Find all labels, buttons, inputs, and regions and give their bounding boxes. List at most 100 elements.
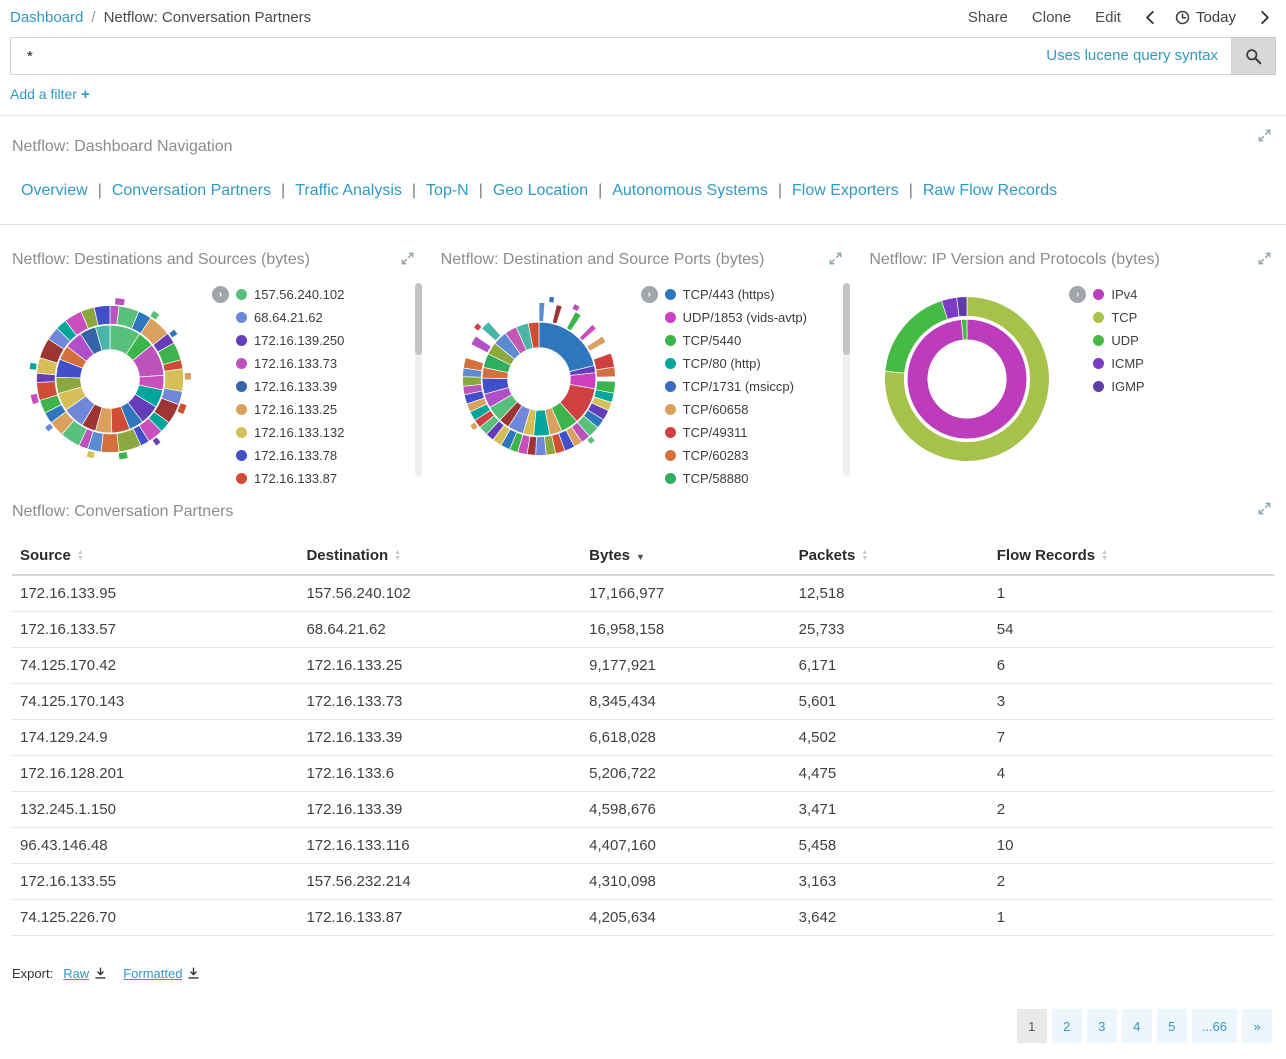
legend-item[interactable]: TCP/443 (https) (665, 283, 807, 306)
lucene-syntax-link[interactable]: Uses lucene query syntax (1046, 47, 1218, 64)
nav-link-geo-location[interactable]: Geo Location (493, 182, 588, 199)
time-picker-label: Today (1196, 9, 1236, 26)
legend-item[interactable]: UDP (1093, 329, 1144, 352)
cell-destination: 172.16.133.116 (298, 828, 581, 864)
chart-segment[interactable] (481, 322, 500, 341)
page-button-5[interactable]: 5 (1157, 1009, 1187, 1043)
chart-segment[interactable] (473, 323, 481, 331)
page-button-66[interactable]: ...66 (1192, 1009, 1237, 1043)
legend-item[interactable]: 172.16.133.39 (236, 375, 344, 398)
legend-label: 172.16.133.25 (254, 402, 337, 417)
chart-segment[interactable] (539, 303, 545, 322)
legend-item[interactable]: TCP/80 (http) (665, 352, 807, 375)
chart-panel-destinations-sources: Netflow: Destinations and Sources (bytes… (0, 239, 429, 489)
chart-segment[interactable] (86, 450, 95, 458)
legend-item[interactable]: IGMP (1093, 375, 1144, 398)
legend-item[interactable]: UDP/1853 (vids-avtp) (665, 306, 807, 329)
legend-collapse-icon[interactable]: › (1069, 286, 1086, 303)
nav-link-traffic-analysis[interactable]: Traffic Analysis (295, 182, 402, 199)
expand-panel-icon[interactable] (1257, 128, 1272, 143)
chart-segment[interactable] (184, 372, 191, 380)
chart-segment[interactable] (463, 358, 483, 371)
legend-item[interactable]: ICMP (1093, 352, 1144, 375)
legend-item[interactable]: TCP/5440 (665, 329, 807, 352)
nav-link-overview[interactable]: Overview (21, 182, 88, 199)
legend-collapse-icon[interactable]: › (641, 286, 658, 303)
expand-panel-icon[interactable] (400, 251, 415, 266)
column-header-bytes[interactable]: Bytes▼ (581, 537, 790, 575)
time-picker[interactable]: Today (1175, 9, 1236, 26)
page-button-4[interactable]: 4 (1122, 1009, 1152, 1043)
plus-icon[interactable]: + (81, 86, 90, 103)
cell-source: 74.125.170.42 (12, 648, 298, 684)
time-next-button[interactable] (1260, 10, 1270, 25)
legend-item[interactable]: 172.16.133.132 (236, 421, 344, 444)
chart-segment[interactable] (586, 336, 605, 351)
chart-legend: IPv4TCPUDPICMPIGMP (1093, 283, 1144, 477)
legend-item[interactable]: TCP (1093, 306, 1144, 329)
chart-segment[interactable] (539, 322, 594, 371)
legend-item[interactable]: TCP/60658 (665, 398, 807, 421)
legend-item[interactable]: 157.56.240.102 (236, 283, 344, 306)
chart-segment[interactable] (29, 362, 37, 370)
chart-segment[interactable] (566, 312, 581, 331)
legend-item[interactable]: 172.16.139.250 (236, 329, 344, 352)
legend-item[interactable]: 68.64.21.62 (236, 306, 344, 329)
chart-segment[interactable] (462, 377, 481, 387)
cell-packets: 3,642 (791, 900, 989, 936)
nav-link-flow-exporters[interactable]: Flow Exporters (792, 182, 899, 199)
chart-segment[interactable] (579, 324, 596, 340)
legend-item[interactable]: TCP/1731 (msiccp) (665, 375, 807, 398)
breadcrumb-separator: / (91, 9, 95, 26)
export-raw-link[interactable]: Raw (63, 966, 107, 981)
nav-link-conversation-partners[interactable]: Conversation Partners (112, 182, 271, 199)
expand-panel-icon[interactable] (1257, 501, 1272, 516)
legend-item[interactable]: 172.16.133.78 (236, 444, 344, 467)
chart-segment[interactable] (118, 452, 128, 460)
legend-item[interactable]: 172.16.133.73 (236, 352, 344, 375)
page-button-2[interactable]: 2 (1052, 1009, 1082, 1043)
chart-segment[interactable] (164, 369, 183, 392)
chart-segment[interactable] (548, 296, 554, 303)
search-button[interactable] (1232, 37, 1276, 75)
next-page-button[interactable]: » (1242, 1009, 1272, 1043)
expand-panel-icon[interactable] (1257, 251, 1272, 266)
nav-link-top-n[interactable]: Top-N (426, 182, 469, 199)
chart-segment[interactable] (552, 305, 562, 324)
menu-clone[interactable]: Clone (1032, 9, 1071, 26)
chart-segment[interactable] (471, 336, 491, 353)
add-filter-link[interactable]: Add a filter (10, 86, 77, 102)
breadcrumb-dashboard-link[interactable]: Dashboard (10, 9, 83, 26)
legend-collapse-icon[interactable]: › (212, 286, 229, 303)
menu-share[interactable]: Share (968, 9, 1008, 26)
legend-item[interactable]: TCP/58880 (665, 467, 807, 489)
column-header-packets[interactable]: Packets▲▼ (791, 537, 989, 575)
menu-edit[interactable]: Edit (1095, 9, 1121, 26)
export-link-label: Formatted (123, 966, 182, 981)
page-button-1[interactable]: 1 (1017, 1009, 1047, 1043)
time-prev-button[interactable] (1145, 10, 1155, 25)
legend-label: TCP/49311 (683, 425, 748, 440)
chart-segment[interactable] (115, 298, 126, 306)
chart-segment[interactable] (101, 433, 119, 452)
scrollbar-thumb[interactable] (415, 283, 422, 355)
legend-item[interactable]: 172.16.133.25 (236, 398, 344, 421)
nav-link-autonomous-systems[interactable]: Autonomous Systems (612, 182, 768, 199)
legend-color-dot (1093, 358, 1104, 369)
cell-source: 172.16.133.55 (12, 864, 298, 900)
export-formatted-link[interactable]: Formatted (123, 966, 200, 981)
column-header-destination[interactable]: Destination▲▼ (298, 537, 581, 575)
scrollbar-thumb[interactable] (843, 283, 850, 355)
legend-scrollbar (843, 283, 850, 477)
chart-segment[interactable] (535, 437, 546, 456)
legend-item[interactable]: TCP/60283 (665, 444, 807, 467)
expand-panel-icon[interactable] (828, 251, 843, 266)
column-header-source[interactable]: Source▲▼ (12, 537, 298, 575)
nav-link-raw-flow-records[interactable]: Raw Flow Records (923, 182, 1057, 199)
page-button-3[interactable]: 3 (1087, 1009, 1117, 1043)
legend-item[interactable]: IPv4 (1093, 283, 1144, 306)
column-header-flow-records[interactable]: Flow Records▲▼ (989, 537, 1274, 575)
chart-segment[interactable] (572, 304, 580, 312)
legend-item[interactable]: 172.16.133.87 (236, 467, 344, 489)
legend-item[interactable]: TCP/49311 (665, 421, 807, 444)
